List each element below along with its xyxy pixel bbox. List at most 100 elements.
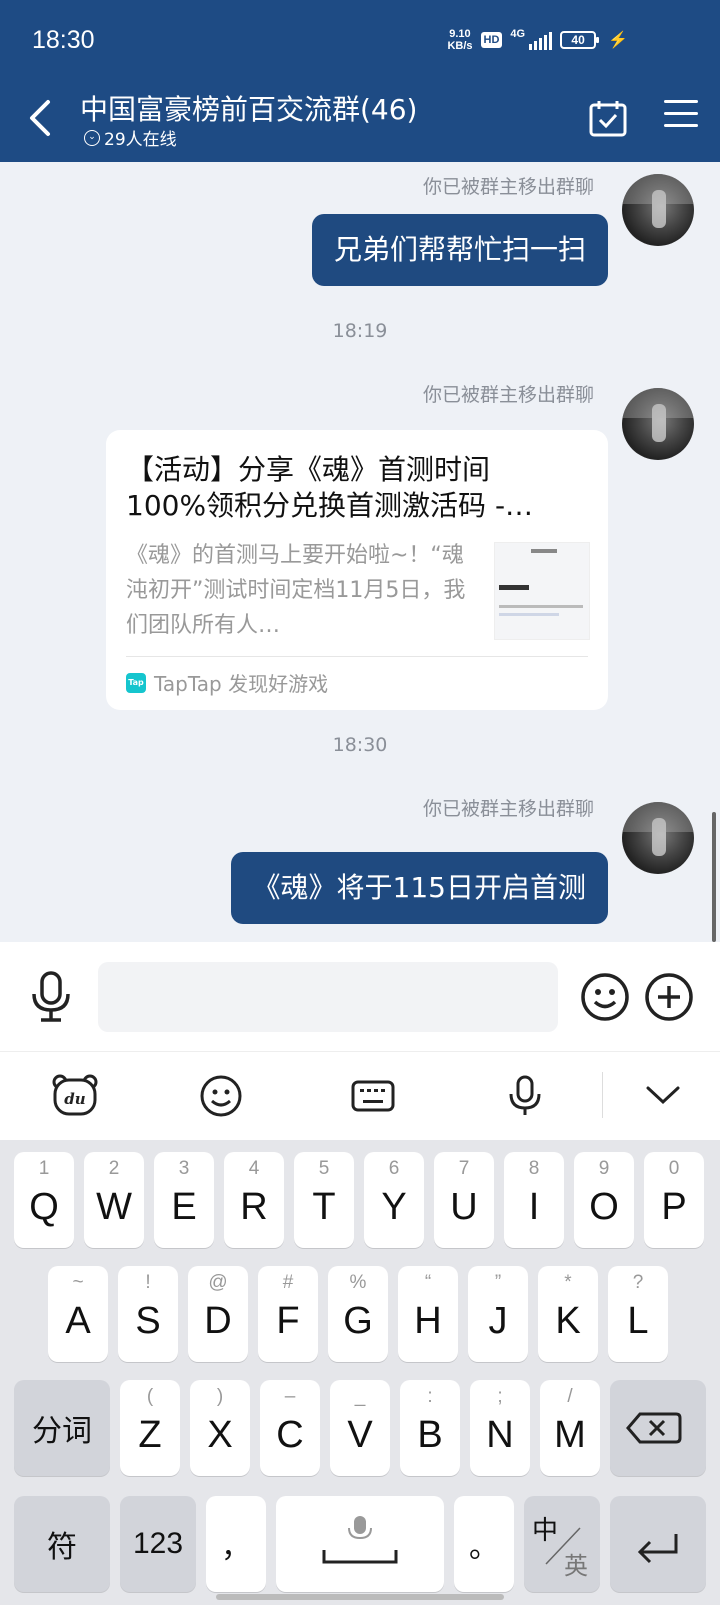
status-icons: 9.10 KB/s HD 4G 40 ⚡ bbox=[447, 28, 628, 52]
emoji-panel-button[interactable] bbox=[198, 1074, 244, 1118]
key-h[interactable]: “H bbox=[398, 1266, 458, 1362]
time-separator: 18:30 bbox=[332, 734, 388, 756]
key-label: M bbox=[554, 1414, 586, 1456]
key-i[interactable]: 8I bbox=[504, 1152, 564, 1248]
key-label: T bbox=[312, 1186, 336, 1228]
key-t[interactable]: 5T bbox=[294, 1152, 354, 1248]
key-v[interactable]: _ V bbox=[330, 1380, 390, 1476]
key-secondary-label: 6 bbox=[388, 1158, 400, 1179]
emoji-button[interactable] bbox=[580, 972, 630, 1022]
key-g[interactable]: % G bbox=[328, 1266, 388, 1362]
key-secondary-label: 8 bbox=[528, 1158, 540, 1179]
key-x[interactable]: ) X bbox=[190, 1380, 250, 1476]
numbers-key[interactable]: 123 bbox=[120, 1496, 196, 1592]
segment-key[interactable]: 分词 bbox=[14, 1380, 110, 1476]
space-key[interactable] bbox=[276, 1496, 444, 1592]
key-q[interactable]: 1Q bbox=[14, 1152, 74, 1248]
space-mic-icon bbox=[322, 1516, 398, 1564]
key-u[interactable]: 7U bbox=[434, 1152, 494, 1248]
key-label: W bbox=[96, 1186, 132, 1228]
time-separator: 18:19 bbox=[332, 320, 388, 342]
period-key-label: 。 bbox=[469, 1530, 499, 1565]
key-secondary-label: ! bbox=[145, 1272, 151, 1293]
smiley-icon bbox=[581, 973, 629, 1021]
key-secondary-label: 4 bbox=[248, 1158, 260, 1179]
message-input[interactable] bbox=[98, 962, 558, 1032]
enter-icon bbox=[637, 1534, 678, 1564]
symbols-key[interactable]: 符 bbox=[14, 1496, 110, 1592]
key-k[interactable]: * K bbox=[538, 1266, 598, 1362]
key-label: Z bbox=[138, 1414, 162, 1456]
home-indicator[interactable] bbox=[216, 1594, 504, 1600]
ime-logo-button[interactable]: du bbox=[52, 1074, 98, 1118]
taptap-icon: Tap bbox=[126, 672, 146, 693]
key-label: I bbox=[528, 1186, 540, 1228]
ime-toolbar: du bbox=[0, 1052, 720, 1140]
comma-key-label: ， bbox=[221, 1530, 251, 1565]
key-a[interactable]: ~ A bbox=[48, 1266, 108, 1362]
share-card[interactable]: 【活动】分享《魂》首测时间100%领积分兑换首测激活码 -… 《魂》的首测马上要… bbox=[106, 430, 608, 710]
language-switch-key[interactable]: 中 英 bbox=[524, 1496, 600, 1592]
keyboard-switch-button[interactable] bbox=[350, 1074, 396, 1118]
voice-button[interactable] bbox=[28, 970, 74, 1024]
key-label: K bbox=[555, 1300, 581, 1342]
key-secondary-label: # bbox=[282, 1272, 294, 1293]
back-button[interactable] bbox=[24, 96, 60, 140]
key-l[interactable]: ? L bbox=[608, 1266, 668, 1362]
key-e[interactable]: 3E bbox=[154, 1152, 214, 1248]
key-secondary-label: 5 bbox=[318, 1158, 330, 1179]
network-type: 4G bbox=[510, 28, 526, 40]
message-bubble[interactable]: 《魂》将于115日开启首测 bbox=[230, 852, 608, 924]
smiley-icon bbox=[200, 1075, 242, 1117]
card-thumbnail bbox=[494, 542, 590, 640]
avatar[interactable] bbox=[622, 174, 694, 246]
avatar[interactable] bbox=[622, 388, 694, 460]
avatar[interactable] bbox=[622, 802, 694, 874]
key-c[interactable]: – C bbox=[260, 1380, 320, 1476]
key-d[interactable]: @ D bbox=[188, 1266, 248, 1362]
key-secondary-label: @ bbox=[208, 1272, 228, 1293]
key-label: Q bbox=[29, 1186, 59, 1228]
chat-area[interactable]: 你已被群主移出群聊 兄弟们帮帮忙扫一扫 18:19 你已被群主移出群聊 【活动】… bbox=[0, 162, 720, 942]
key-label: J bbox=[488, 1300, 508, 1342]
key-secondary-label: ) bbox=[216, 1386, 224, 1407]
voice-input-button[interactable] bbox=[502, 1074, 548, 1118]
key-s[interactable]: ! S bbox=[118, 1266, 178, 1362]
status-time: 18:30 bbox=[32, 26, 95, 54]
key-o[interactable]: 9O bbox=[574, 1152, 634, 1248]
comma-key[interactable]: ， bbox=[206, 1496, 266, 1592]
key-label: N bbox=[486, 1414, 514, 1456]
header-bar: 18:30 9.10 KB/s HD 4G 40 ⚡ 中国富豪榜前百交流群(46… bbox=[0, 0, 720, 162]
key-r[interactable]: 4R bbox=[224, 1152, 284, 1248]
key-w[interactable]: 2W bbox=[84, 1152, 144, 1248]
key-z[interactable]: (Z bbox=[120, 1380, 180, 1476]
key-label: G bbox=[343, 1300, 373, 1342]
key-secondary-label: % bbox=[349, 1272, 367, 1293]
backspace-key[interactable] bbox=[610, 1380, 706, 1476]
collapse-keyboard-button[interactable] bbox=[640, 1074, 686, 1118]
key-label: S bbox=[135, 1300, 161, 1342]
battery-icon: 40 bbox=[560, 31, 600, 49]
key-label: V bbox=[347, 1414, 373, 1456]
key-secondary-label: ~ bbox=[72, 1272, 84, 1293]
key-f[interactable]: # F bbox=[258, 1266, 318, 1362]
period-key[interactable]: 。 bbox=[454, 1496, 514, 1592]
calendar-check-button[interactable] bbox=[588, 98, 628, 138]
key-j[interactable]: ” J bbox=[468, 1266, 528, 1362]
key-p[interactable]: 0P bbox=[644, 1152, 704, 1248]
online-count: 29人在线 bbox=[104, 130, 177, 150]
key-y[interactable]: 6Y bbox=[364, 1152, 424, 1248]
key-m[interactable]: / M bbox=[540, 1380, 600, 1476]
menu-button[interactable] bbox=[664, 100, 698, 130]
scrollbar[interactable] bbox=[712, 812, 716, 942]
key-n[interactable]: ; N bbox=[470, 1380, 530, 1476]
enter-key[interactable] bbox=[610, 1496, 706, 1592]
more-button[interactable] bbox=[644, 972, 694, 1022]
online-status[interactable]: ⌄ 29人在线 bbox=[84, 125, 177, 150]
message-bubble[interactable]: 兄弟们帮帮忙扫一扫 bbox=[311, 214, 608, 286]
segment-key-label: 分词 bbox=[32, 1414, 92, 1449]
menu-icon bbox=[664, 100, 698, 103]
net-speed-unit: KB/s bbox=[447, 40, 473, 52]
symbols-key-label: 符 bbox=[47, 1530, 77, 1565]
key-b[interactable]: :B bbox=[400, 1380, 460, 1476]
